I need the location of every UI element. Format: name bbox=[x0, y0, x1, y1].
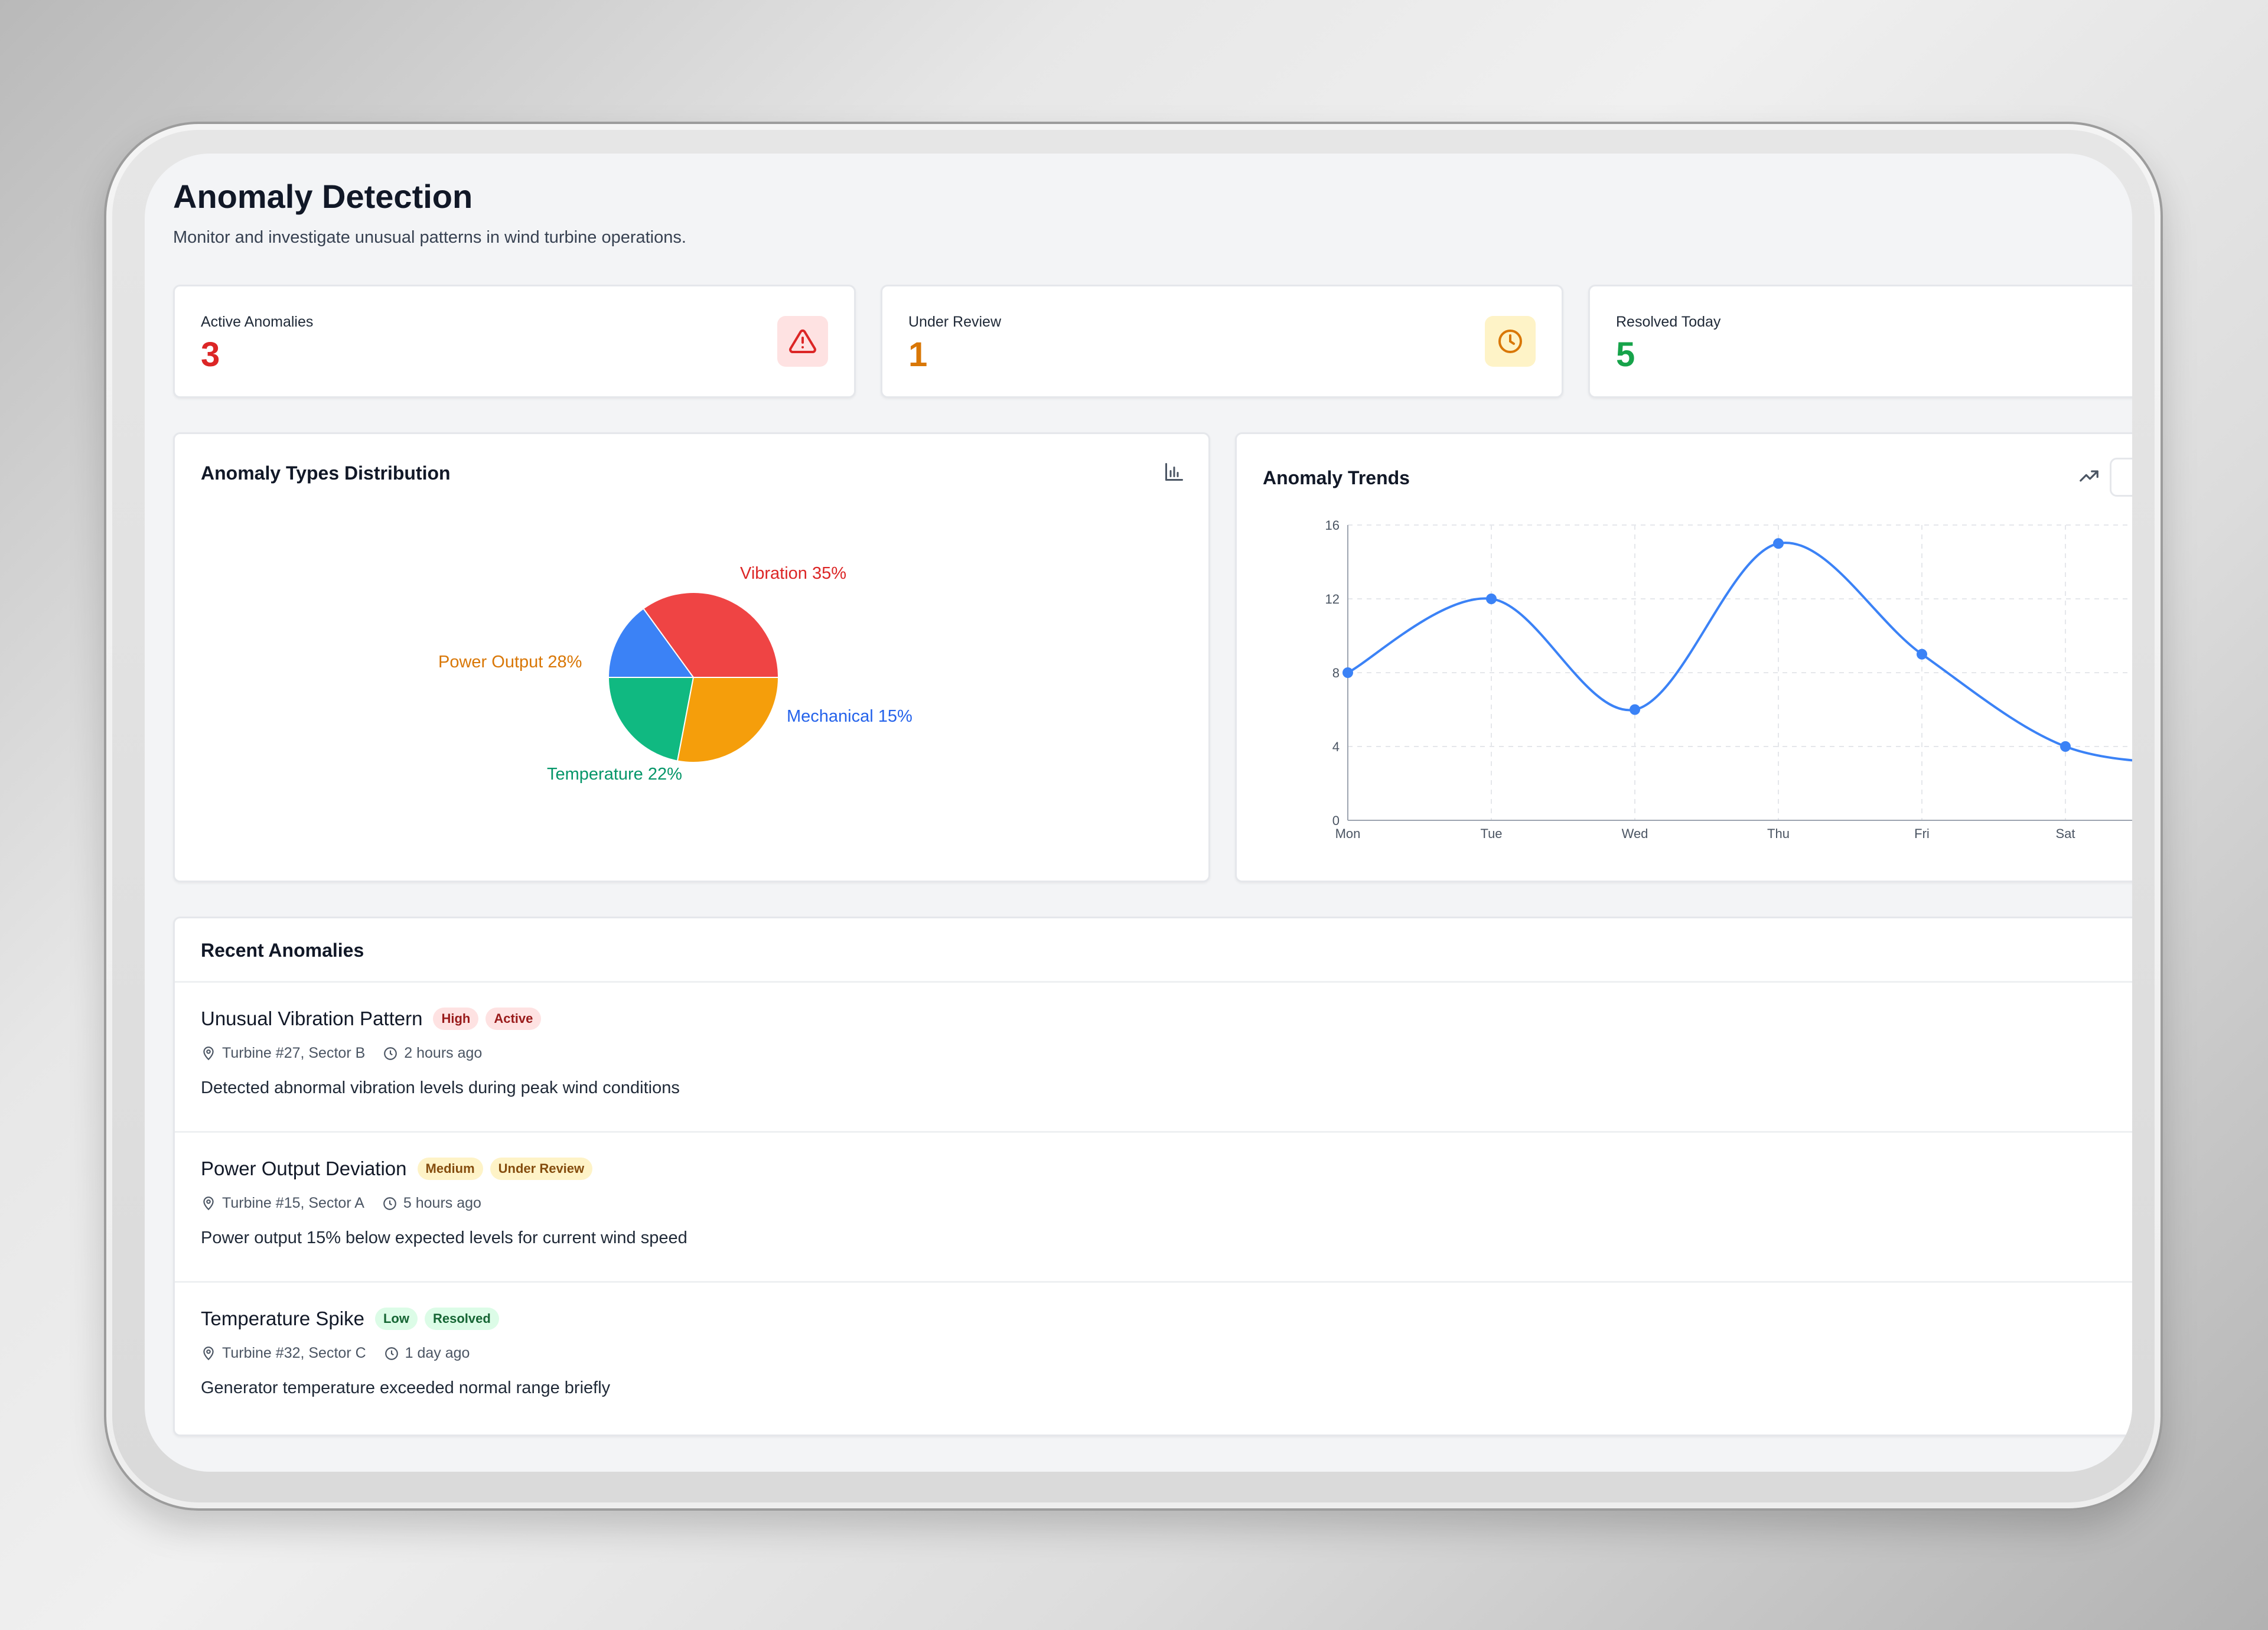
clock-icon bbox=[384, 1047, 397, 1060]
anomaly-time: 1 day ago bbox=[405, 1345, 470, 1361]
app-screen: Anomaly Detection Monitor and investigat… bbox=[145, 154, 2132, 1472]
severity-badge: Low bbox=[374, 1308, 418, 1330]
anomaly-trends-panel: Anomaly Trends 0 4 8 12 16 Mon Tue Wed Thu Fri Sat bbox=[1235, 432, 2132, 882]
pie-label-mechanical: Mechanical 15% bbox=[787, 707, 913, 726]
stat-card-active[interactable]: Active Anomalies 3 bbox=[173, 285, 856, 398]
pie-label-vibration: Vibration 35% bbox=[740, 564, 847, 583]
data-point-fri[interactable] bbox=[1917, 648, 1927, 660]
stat-label: Under Review bbox=[908, 314, 1002, 330]
anomaly-location: Turbine #27, Sector B bbox=[222, 1045, 366, 1061]
anomaly-description: Generator temperature exceeded normal ra… bbox=[201, 1378, 611, 1397]
map-pin-icon bbox=[203, 1196, 214, 1210]
page-title: Anomaly Detection bbox=[173, 178, 473, 215]
stat-value: 1 bbox=[908, 335, 928, 374]
pie-label-power-output: Power Output 28% bbox=[438, 653, 582, 671]
x-tick-label: Wed bbox=[1622, 826, 1648, 841]
data-point-wed[interactable] bbox=[1630, 704, 1640, 715]
stat-value: 5 bbox=[1616, 335, 1635, 374]
anomaly-title: Power Output Deviation bbox=[201, 1158, 407, 1179]
x-tick-label: Sat bbox=[2055, 826, 2075, 841]
stat-label: Resolved Today bbox=[1616, 314, 1721, 330]
y-tick-label: 12 bbox=[1325, 592, 1340, 607]
recent-anomalies-title: Recent Anomalies bbox=[201, 940, 364, 961]
x-tick-label: Fri bbox=[1914, 826, 1930, 841]
data-point-thu[interactable] bbox=[1773, 538, 1784, 549]
stat-value: 3 bbox=[201, 335, 220, 374]
data-point-tue[interactable] bbox=[1486, 594, 1497, 604]
clock-icon bbox=[1485, 316, 1536, 367]
pie-chart bbox=[607, 592, 780, 763]
y-tick-label: 4 bbox=[1332, 739, 1340, 754]
data-point-mon[interactable] bbox=[1342, 667, 1353, 678]
map-pin-icon bbox=[203, 1346, 214, 1360]
line-chart: 0481216Mon Tue Wed Thu Fri Sat bbox=[1325, 518, 2132, 841]
data-point-sat[interactable] bbox=[2060, 741, 2071, 752]
x-tick-label: Tue bbox=[1480, 826, 1502, 841]
status-badge: Under Review bbox=[490, 1158, 593, 1180]
anomaly-description: Detected abnormal vibration levels durin… bbox=[201, 1078, 680, 1097]
page-subtitle: Monitor and investigate unusual patterns… bbox=[173, 228, 686, 247]
stat-card-resolved[interactable]: Resolved Today 5 bbox=[1588, 285, 2132, 398]
anomaly-distribution-panel: Anomaly Types Distribution Vibration 35%… bbox=[173, 432, 1210, 882]
anomaly-description: Power output 15% below expected levels f… bbox=[201, 1228, 687, 1247]
x-tick-label: Mon bbox=[1335, 826, 1361, 841]
anomaly-time: 5 hours ago bbox=[403, 1195, 481, 1211]
list-item[interactable]: Temperature Spike Low Resolved Turbine #… bbox=[175, 1281, 2132, 1431]
stat-card-review[interactable]: Under Review 1 bbox=[881, 285, 1563, 398]
severity-badge: Medium bbox=[417, 1158, 483, 1180]
map-pin-icon bbox=[203, 1046, 214, 1060]
pie-slice-power-output[interactable] bbox=[676, 677, 780, 763]
recent-anomalies-panel: Recent Anomalies Unusual Vibration Patte… bbox=[173, 917, 2132, 1436]
clock-icon bbox=[383, 1197, 396, 1210]
y-tick-label: 16 bbox=[1325, 518, 1340, 533]
severity-badge: High bbox=[433, 1008, 479, 1030]
list-item[interactable]: Power Output Deviation Medium Under Revi… bbox=[175, 1131, 2132, 1281]
anomaly-location: Turbine #15, Sector A bbox=[222, 1195, 364, 1211]
x-tick-label: Thu bbox=[1767, 826, 1790, 841]
anomaly-time: 2 hours ago bbox=[404, 1045, 483, 1061]
y-tick-label: 8 bbox=[1332, 666, 1340, 680]
stat-label: Active Anomalies bbox=[201, 314, 314, 330]
anomaly-title: Temperature Spike bbox=[201, 1308, 364, 1329]
status-badge: Active bbox=[485, 1008, 542, 1030]
list-item[interactable]: Unusual Vibration Pattern High Active Tu… bbox=[175, 981, 2132, 1131]
anomaly-location: Turbine #32, Sector C bbox=[222, 1345, 366, 1361]
anomaly-title: Unusual Vibration Pattern bbox=[201, 1008, 423, 1029]
pie-label-temperature: Temperature 22% bbox=[547, 765, 682, 784]
clock-icon bbox=[384, 1347, 398, 1360]
status-badge: Resolved bbox=[424, 1308, 499, 1330]
trend-line bbox=[1347, 542, 2132, 762]
warning-triangle-icon bbox=[777, 316, 828, 367]
